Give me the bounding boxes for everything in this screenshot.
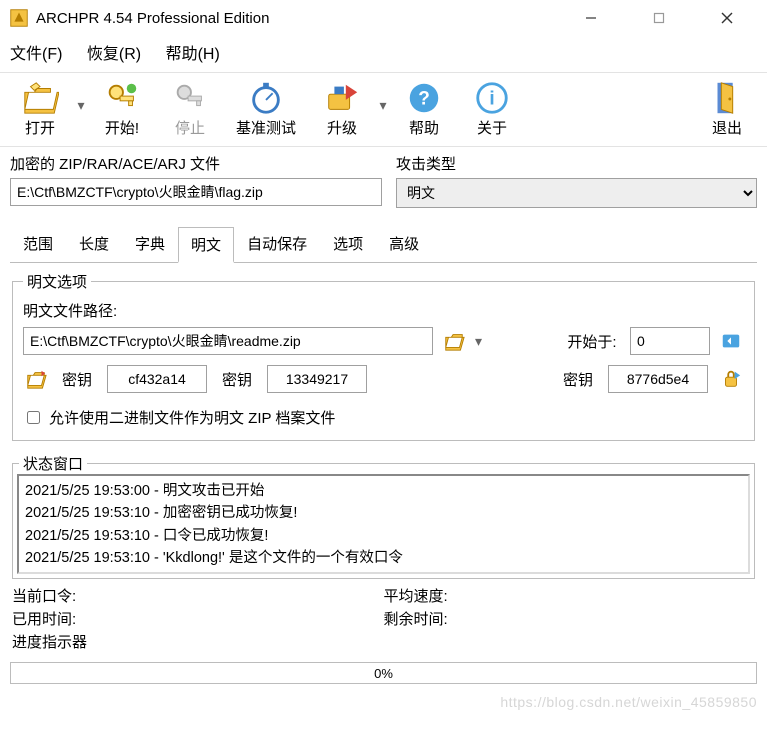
tab-strip: 范围 长度 字典 明文 自动保存 选项 高级 (10, 226, 757, 262)
remaining-time-label: 剩余时间: (384, 608, 756, 629)
progress-text: 0% (374, 666, 393, 681)
menubar: 文件(F) 恢复(R) 帮助(H) (0, 36, 767, 72)
key3-input[interactable] (608, 365, 708, 393)
attack-type-select[interactable]: 明文 (396, 178, 757, 208)
key-start-icon (103, 79, 141, 117)
toolbar-label: 停止 (175, 117, 205, 138)
attack-type-label: 攻击类型 (396, 153, 757, 174)
toolbar-label: 帮助 (409, 117, 439, 138)
info-icon: i (473, 79, 511, 117)
keys-action-button[interactable] (718, 366, 744, 392)
browse-dropdown-icon[interactable]: ▾ (475, 333, 482, 350)
tab-advanced[interactable]: 高级 (376, 226, 432, 262)
progress-bar: 0% (10, 662, 757, 684)
toolbar-label: 退出 (712, 117, 742, 138)
window-title: ARCHPR 4.54 Professional Edition (36, 10, 569, 27)
upgrade-button[interactable]: 升级 (308, 77, 376, 144)
start-at-action-button[interactable] (718, 328, 744, 354)
status-log[interactable]: 2021/5/25 19:53:00 - 明文攻击已开始 2021/5/25 1… (17, 474, 750, 574)
browse-plaintext-button[interactable] (441, 328, 467, 354)
plaintext-options-group: 明文选项 明文文件路径: ▾ 开始于: 密钥 密钥 密钥 (12, 271, 755, 441)
encrypted-file-input[interactable] (10, 178, 382, 206)
upgrade-dropdown-icon[interactable]: ▾ (376, 77, 390, 133)
folder-open-icon (21, 79, 59, 117)
about-button[interactable]: i 关于 (458, 77, 526, 144)
tab-autosave[interactable]: 自动保存 (234, 226, 320, 262)
tab-length[interactable]: 长度 (66, 226, 122, 262)
toolbar-label: 基准测试 (236, 117, 296, 138)
app-icon (8, 7, 30, 29)
start-button[interactable]: 开始! (88, 77, 156, 144)
toolbar: 打开 ▾ 开始! 停止 基准测试 升级 ▾ ? 帮助 i 关于 (0, 72, 767, 147)
start-at-label: 开始于: (562, 331, 622, 352)
key-stop-icon (171, 79, 209, 117)
progress-indicator-label: 进度指示器 (12, 631, 384, 652)
toolbar-label: 开始! (105, 117, 139, 138)
tab-plaintext[interactable]: 明文 (178, 227, 234, 263)
key3-label: 密钥 (558, 369, 598, 390)
maximize-button[interactable] (637, 4, 681, 32)
watermark: https://blog.csdn.net/weixin_45859850 (500, 694, 757, 710)
status-group: 状态窗口 2021/5/25 19:53:00 - 明文攻击已开始 2021/5… (12, 453, 755, 579)
key2-label: 密钥 (217, 369, 257, 390)
avg-speed-label: 平均速度: (384, 585, 756, 606)
menu-recover[interactable]: 恢复(R) (87, 46, 141, 63)
status-title: 状态窗口 (19, 453, 87, 474)
used-time-label: 已用时间: (12, 608, 384, 629)
status-footer: 当前口令: 平均速度: 已用时间: 剩余时间: 进度指示器 (0, 579, 767, 656)
svg-text:i: i (489, 89, 494, 110)
toolbar-label: 升级 (327, 117, 357, 138)
help-icon: ? (405, 79, 443, 117)
open-dropdown-icon[interactable]: ▾ (74, 77, 88, 133)
current-password-label: 当前口令: (12, 585, 384, 606)
allow-binary-checkbox[interactable] (27, 411, 40, 424)
upgrade-icon (323, 79, 361, 117)
open-button[interactable]: 打开 (6, 77, 74, 144)
toolbar-label: 打开 (25, 117, 55, 138)
benchmark-button[interactable]: 基准测试 (224, 77, 308, 144)
key1-input[interactable] (107, 365, 207, 393)
exit-button[interactable]: 退出 (693, 77, 761, 144)
titlebar: ARCHPR 4.54 Professional Edition (0, 0, 767, 36)
help-button[interactable]: ? 帮助 (390, 77, 458, 144)
menu-help[interactable]: 帮助(H) (166, 46, 220, 63)
tab-dict[interactable]: 字典 (122, 226, 178, 262)
plaintext-path-label: 明文文件路径: (23, 300, 744, 321)
tab-options[interactable]: 选项 (320, 226, 376, 262)
exit-door-icon (708, 79, 746, 117)
toolbar-label: 关于 (477, 117, 507, 138)
svg-text:?: ? (418, 89, 430, 110)
key1-label: 密钥 (57, 369, 97, 390)
plaintext-group-title: 明文选项 (23, 271, 91, 292)
key2-input[interactable] (267, 365, 367, 393)
menu-file[interactable]: 文件(F) (10, 46, 62, 63)
stop-button[interactable]: 停止 (156, 77, 224, 144)
close-button[interactable] (705, 4, 749, 32)
start-at-input[interactable] (630, 327, 710, 355)
stopwatch-icon (247, 79, 285, 117)
tab-range[interactable]: 范围 (10, 226, 66, 262)
minimize-button[interactable] (569, 4, 613, 32)
plaintext-path-input[interactable] (23, 327, 433, 355)
encrypted-file-label: 加密的 ZIP/RAR/ACE/ARJ 文件 (10, 153, 382, 174)
reload-keys-button[interactable] (23, 366, 49, 392)
allow-binary-label: 允许使用二进制文件作为明文 ZIP 档案文件 (49, 407, 335, 428)
